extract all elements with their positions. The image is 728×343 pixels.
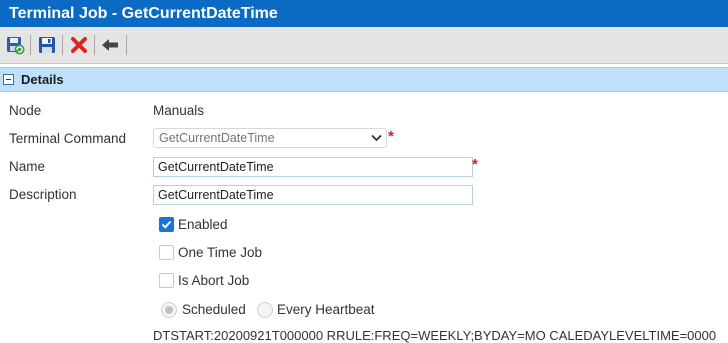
terminal-command-selected-value: GetCurrentDateTime: [159, 131, 275, 145]
save-icon: [39, 37, 55, 53]
toolbar-separator: [94, 35, 95, 55]
enabled-checkbox[interactable]: [159, 217, 174, 232]
is-abort-job-checkbox[interactable]: [159, 273, 174, 288]
scheduled-radio[interactable]: [161, 302, 177, 318]
schedule-rule-text: DTSTART:20200921T000000 RRULE:FREQ=WEEKL…: [153, 328, 717, 343]
terminal-command-select[interactable]: GetCurrentDateTime: [153, 128, 387, 148]
delete-button[interactable]: [68, 34, 90, 56]
save-button[interactable]: [36, 34, 58, 56]
back-icon: [102, 39, 118, 51]
back-button[interactable]: [100, 34, 122, 56]
toolbar-separator: [126, 35, 127, 55]
terminal-command-label: Terminal Command: [9, 131, 127, 146]
toolbar-separator: [62, 35, 63, 55]
name-label: Name: [9, 159, 46, 174]
enabled-label: Enabled: [178, 217, 228, 232]
node-label: Node: [9, 103, 42, 118]
one-time-job-label: One Time Job: [178, 245, 263, 260]
every-heartbeat-radio-label: Every Heartbeat: [277, 302, 375, 317]
window-title: Terminal Job - GetCurrentDateTime: [0, 0, 728, 27]
scheduled-radio-label: Scheduled: [182, 302, 246, 317]
node-value: Manuals: [153, 103, 205, 118]
required-marker: *: [472, 156, 478, 173]
is-abort-job-label: Is Abort Job: [178, 273, 250, 288]
details-section-header[interactable]: Details: [0, 67, 728, 92]
every-heartbeat-radio[interactable]: [257, 302, 273, 318]
name-input[interactable]: [153, 157, 473, 177]
description-input[interactable]: [153, 185, 473, 205]
toolbar-separator: [30, 35, 31, 55]
delete-icon: [71, 37, 87, 53]
toolbar: [0, 27, 728, 64]
save-and-new-icon: [7, 37, 25, 55]
save-and-new-button[interactable]: [4, 34, 26, 56]
checkmark-icon: [161, 220, 172, 229]
one-time-job-checkbox[interactable]: [159, 245, 174, 260]
collapse-icon[interactable]: [3, 74, 14, 85]
section-title: Details: [21, 72, 64, 87]
required-marker: *: [388, 128, 394, 145]
chevron-down-icon: [371, 134, 382, 142]
description-label: Description: [9, 187, 77, 202]
